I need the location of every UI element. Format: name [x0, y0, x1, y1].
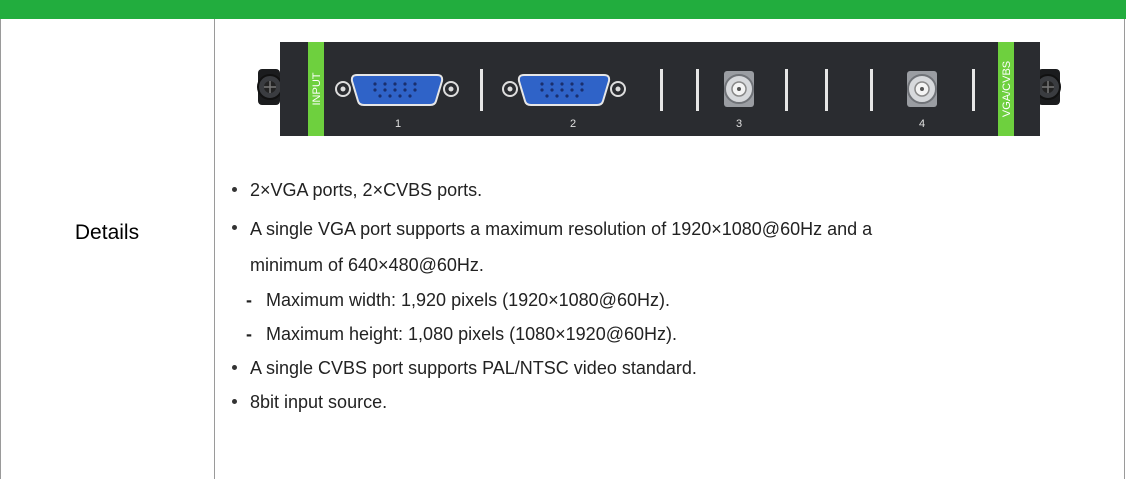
row-label-details: Details: [74, 221, 140, 244]
port-number-1: 1: [395, 118, 401, 130]
left-thumbscrew-icon: [257, 69, 283, 105]
separator-6: [870, 69, 873, 111]
list-item-text: 2×VGA ports, 2×CVBS ports.: [250, 180, 483, 200]
list-item-text: A single CVBS port supports PAL/NTSC vid…: [250, 358, 697, 378]
sub-list-item-text: Maximum height: 1,080 pixels (1080×1920@…: [266, 324, 677, 344]
separator-1: [480, 69, 483, 111]
separator-4: [785, 69, 788, 111]
port-number-4: 4: [919, 118, 925, 130]
input-card-panel-image: INPUT VGA/CVBS 1 2 3 4: [250, 39, 1070, 139]
separator-7: [972, 69, 975, 111]
list-item: A single VGA port supports a maximum res…: [230, 211, 1110, 283]
details-list: 2×VGA ports, 2×CVBS ports. A single VGA …: [230, 173, 1110, 419]
list-item-text: 8bit input source.: [250, 392, 388, 412]
input-tag-label: INPUT: [311, 72, 323, 105]
table-border-right: [1124, 19, 1125, 479]
table-header-bar: [0, 0, 1126, 19]
sub-list-item-text: Maximum width: 1,920 pixels (1920×1080@6…: [266, 290, 670, 310]
sub-list-item: Maximum width: 1,920 pixels (1920×1080@6…: [230, 283, 1110, 317]
sub-list-item: Maximum height: 1,080 pixels (1080×1920@…: [230, 317, 1110, 351]
list-item: 2×VGA ports, 2×CVBS ports.: [230, 173, 1110, 207]
separator-2: [660, 69, 663, 111]
input-card-illustration: INPUT VGA/CVBS 1 2 3 4: [257, 42, 1061, 136]
label-cell: Details: [0, 19, 214, 479]
separator-3: [696, 69, 699, 111]
port-number-2: 2: [570, 118, 576, 130]
list-item: 8bit input source.: [230, 385, 1110, 419]
list-item-text: A single VGA port supports a maximum res…: [250, 219, 873, 239]
details-table: Details INPUT VGA/CVBS 1 2 3 4 2×VGA por…: [0, 19, 1126, 479]
separator-5: [825, 69, 828, 111]
bnc-port-4: [907, 71, 937, 107]
vga-cvbs-tag-label: VGA/CVBS: [1001, 61, 1013, 117]
bnc-port-3: [724, 71, 754, 107]
table-divider: [214, 19, 215, 479]
list-item-text-continued: minimum of 640×480@60Hz.: [250, 255, 484, 275]
list-item: A single CVBS port supports PAL/NTSC vid…: [230, 351, 1110, 385]
port-number-3: 3: [736, 118, 742, 130]
